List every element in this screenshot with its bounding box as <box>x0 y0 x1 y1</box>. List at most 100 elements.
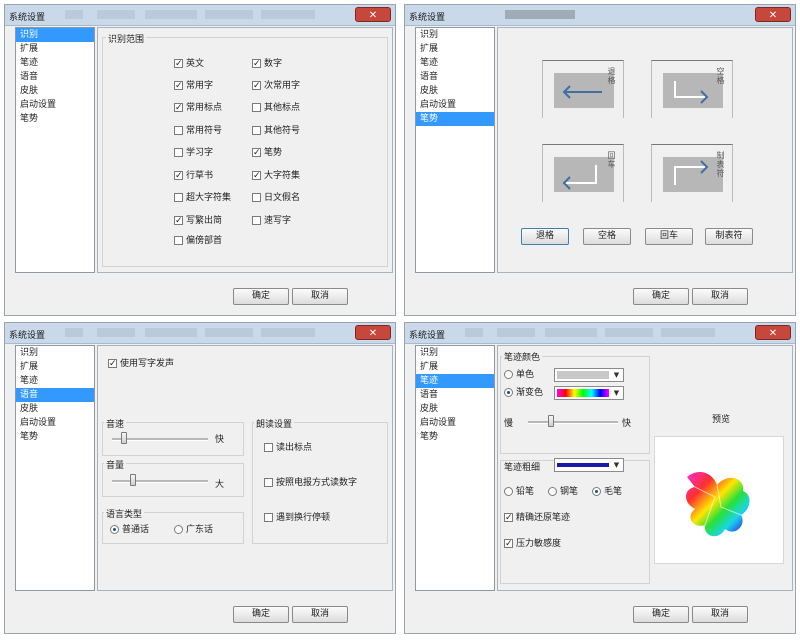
sidebar-item-startup[interactable]: 启动设置 <box>16 98 94 112</box>
ok-button[interactable]: 确定 <box>633 288 689 305</box>
radio-cantonese[interactable]: 广东话 <box>174 524 213 536</box>
close-button[interactable]: ✕ <box>355 7 391 22</box>
sidebar-item-startup[interactable]: 启动设置 <box>16 416 94 430</box>
gradient-color-dropdown[interactable]: ▼ <box>554 386 624 400</box>
volume-slider-thumb[interactable] <box>130 474 137 486</box>
cancel-button[interactable]: 取消 <box>292 288 348 305</box>
sidebar-item-voice[interactable]: 语音 <box>416 388 494 402</box>
ok-button[interactable]: 确定 <box>633 606 689 623</box>
fast-label: 快 <box>622 419 632 429</box>
checkbox-large-charset[interactable]: ✓ 大字符集 <box>252 170 300 182</box>
checkbox-box: ✓ <box>252 59 261 69</box>
close-button[interactable]: ✕ <box>755 325 791 340</box>
radio-dot <box>504 370 513 379</box>
cancel-button[interactable]: 取消 <box>292 606 348 623</box>
checkbox-other-punct[interactable]: 其他标点 <box>252 102 300 114</box>
checkbox-telegraph-digits[interactable]: 按照电报方式读数字 <box>264 477 357 489</box>
checkbox-cursive[interactable]: ✓ 行草书 <box>174 170 213 182</box>
checkbox-gesture[interactable]: ✓ 笔势 <box>252 147 282 159</box>
radio-dot <box>592 487 601 496</box>
radio-fountain-pen[interactable]: 钢笔 <box>548 486 578 498</box>
ok-button[interactable]: 确定 <box>233 288 289 305</box>
tab-button[interactable]: 制表符 <box>705 228 753 245</box>
backspace-button[interactable]: 退格 <box>521 228 569 245</box>
sidebar-item-ink[interactable]: 笔迹 <box>16 374 94 388</box>
checkbox-common-chars[interactable]: ✓ 常用字 <box>174 80 213 92</box>
sidebar-item-recognize[interactable]: 识别 <box>16 28 94 42</box>
sidebar-item-startup[interactable]: 启动设置 <box>416 416 494 430</box>
checkbox-pressure[interactable]: ✓ 压力敏感度 <box>504 538 561 550</box>
sidebar-item-skin[interactable]: 皮肤 <box>16 402 94 416</box>
cancel-button[interactable]: 取消 <box>692 288 748 305</box>
window-title: 系统设置 <box>409 13 446 23</box>
radio-gradient-color[interactable]: 渐变色 <box>504 387 543 399</box>
checkbox-read-punct[interactable]: 读出标点 <box>264 442 312 454</box>
settings-window-voice: 系统设置 ✕ 识别 扩展 笔迹 语音 皮肤 启动设置 笔势 ✓ 使用写字发声 音速… <box>4 322 396 634</box>
sidebar-item-extend[interactable]: 扩展 <box>416 360 494 374</box>
sidebar-item-extend[interactable]: 扩展 <box>16 360 94 374</box>
gesture-tile-backspace: 退格 <box>542 60 624 118</box>
checkbox-other-symbols[interactable]: 其他符号 <box>252 125 300 137</box>
sidebar-item-skin[interactable]: 皮肤 <box>416 84 494 98</box>
checkbox-box: ✓ <box>252 81 261 91</box>
settings-window-ink: 系统设置 ✕ 识别 扩展 笔迹 语音 皮肤 启动设置 笔势 笔迹颜色 单色 ▼ … <box>404 322 796 634</box>
radio-dot <box>504 388 513 397</box>
gesture-tile-label: 回车 <box>607 151 616 169</box>
close-button[interactable]: ✕ <box>755 7 791 22</box>
checkbox-super-charset[interactable]: 超大字符集 <box>174 192 231 204</box>
sidebar-item-voice[interactable]: 语音 <box>16 388 94 402</box>
sidebar-item-recognize[interactable]: 识别 <box>416 28 494 42</box>
radio-single-color[interactable]: 单色 <box>504 369 534 381</box>
sidebar-item-gesture[interactable]: 笔势 <box>16 430 94 444</box>
checkbox-digits[interactable]: ✓ 数字 <box>252 58 282 70</box>
sidebar-item-ink[interactable]: 笔迹 <box>416 374 494 388</box>
space-button[interactable]: 空格 <box>583 228 631 245</box>
checkbox-enable-voice[interactable]: ✓ 使用写字发声 <box>108 358 174 370</box>
ink-speed-slider-thumb[interactable] <box>547 415 554 427</box>
radio-pencil[interactable]: 铅笔 <box>504 486 534 498</box>
single-color-dropdown[interactable]: ▼ <box>554 368 624 382</box>
thickness-dropdown[interactable]: ▼ <box>554 458 624 472</box>
checkbox-learned-chars[interactable]: 学习字 <box>174 147 213 159</box>
radio-mandarin[interactable]: 普通话 <box>110 524 149 536</box>
sidebar-item-gesture[interactable]: 笔势 <box>416 112 494 126</box>
sidebar-item-skin[interactable]: 皮肤 <box>16 84 94 98</box>
checkbox-secondary-chars[interactable]: ✓ 次常用字 <box>252 80 300 92</box>
checkbox-box: ✓ <box>252 148 261 158</box>
sidebar-item-recognize[interactable]: 识别 <box>16 346 94 360</box>
ink-content: 笔迹颜色 单色 ▼ 渐变色 ▼ 慢 快 笔迹粗细 ▼ 铅笔 钢笔 毛笔 ✓ 精确还… <box>497 345 793 591</box>
sidebar-item-ink[interactable]: 笔迹 <box>16 56 94 70</box>
sidebar-item-startup[interactable]: 启动设置 <box>416 98 494 112</box>
sidebar-item-ink[interactable]: 笔迹 <box>416 56 494 70</box>
sidebar-item-recognize[interactable]: 识别 <box>416 346 494 360</box>
checkbox-japanese-kana[interactable]: 日文假名 <box>252 192 300 204</box>
enter-button[interactable]: 回车 <box>645 228 693 245</box>
sidebar-item-gesture[interactable]: 笔势 <box>16 112 94 126</box>
thickness-swatch <box>557 463 609 467</box>
checkbox-pause-newline[interactable]: 遇到换行停顿 <box>264 512 330 524</box>
checkbox-trad-to-simp[interactable]: ✓ 写繁出简 <box>174 215 222 227</box>
close-icon: ✕ <box>768 10 778 21</box>
sidebar-item-voice[interactable]: 语音 <box>416 70 494 84</box>
sidebar-item-voice[interactable]: 语音 <box>16 70 94 84</box>
sidebar-item-skin[interactable]: 皮肤 <box>416 402 494 416</box>
speed-slider-thumb[interactable] <box>120 432 127 444</box>
close-button[interactable]: ✕ <box>355 325 391 340</box>
checkbox-box <box>264 443 273 452</box>
sidebar-item-gesture[interactable]: 笔势 <box>416 430 494 444</box>
window-title: 系统设置 <box>409 331 446 341</box>
checkbox-shorthand[interactable]: 速写字 <box>252 215 291 227</box>
radio-dot <box>110 525 119 534</box>
ink-speed-slider-track <box>528 421 618 424</box>
checkbox-english[interactable]: ✓ 英文 <box>174 58 204 70</box>
checkbox-radicals[interactable]: 偏傍部首 <box>174 235 222 247</box>
sidebar-item-extend[interactable]: 扩展 <box>416 42 494 56</box>
checkbox-common-symbols[interactable]: 常用符号 <box>174 125 222 137</box>
checkbox-common-punct[interactable]: ✓ 常用标点 <box>174 102 222 114</box>
cancel-button[interactable]: 取消 <box>692 606 748 623</box>
radio-brush[interactable]: 毛笔 <box>592 486 622 498</box>
sidebar-item-extend[interactable]: 扩展 <box>16 42 94 56</box>
arrow-left-icon <box>562 85 602 99</box>
checkbox-restore-ink[interactable]: ✓ 精确还原笔迹 <box>504 512 570 524</box>
ok-button[interactable]: 确定 <box>233 606 289 623</box>
